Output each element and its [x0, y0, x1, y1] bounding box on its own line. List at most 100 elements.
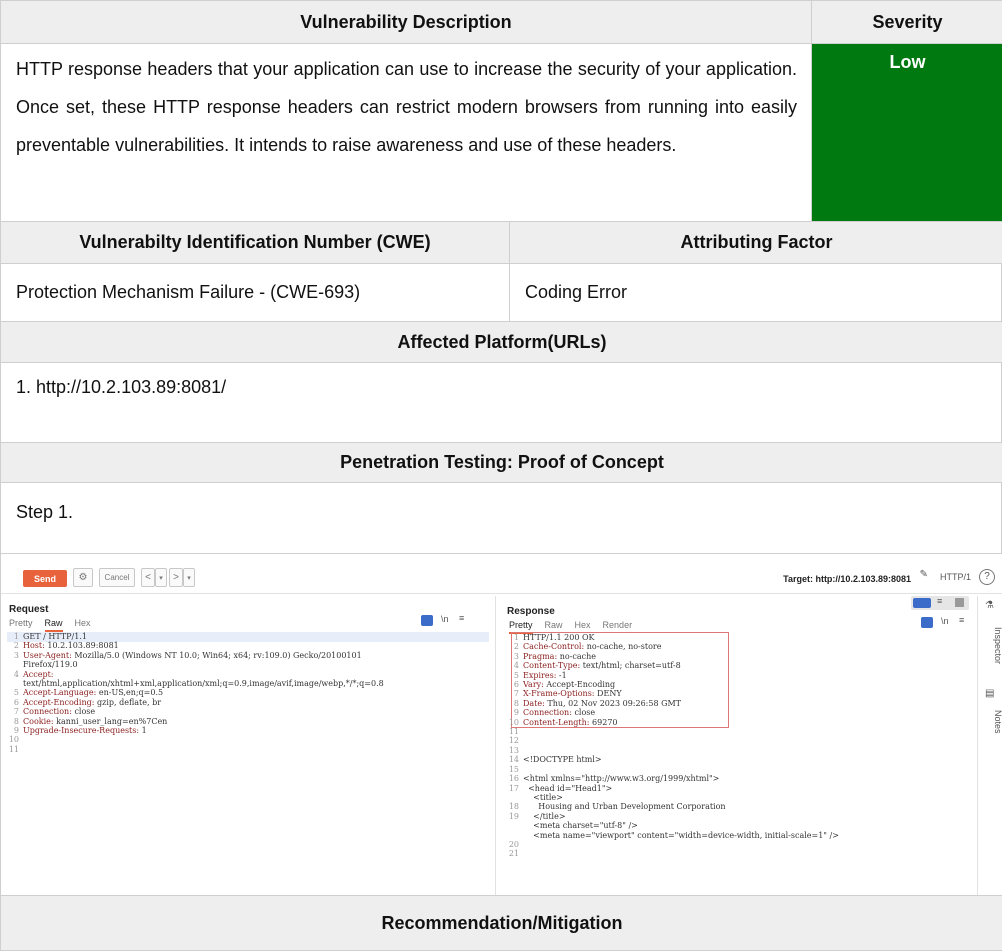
severity-badge: Low	[811, 44, 1002, 221]
request-newline-icon[interactable]: \n	[441, 614, 449, 624]
attributing-factor-value: Coding Error	[509, 264, 1002, 321]
response-line-text: Expires: -1	[523, 670, 567, 680]
request-line-text: Firefox/119.0	[23, 660, 78, 670]
back-dropdown-icon[interactable]: ▾	[155, 568, 167, 587]
response-line: 11	[507, 727, 839, 736]
layout-vertical-icon[interactable]: ≡	[937, 596, 942, 606]
help-icon[interactable]: ?	[979, 569, 995, 585]
forward-arrow-icon[interactable]: >	[169, 568, 183, 587]
response-line-number: 2	[513, 642, 519, 652]
send-button[interactable]: Send	[23, 570, 67, 587]
request-wrap-icon[interactable]	[421, 615, 433, 626]
back-arrow-icon[interactable]: <	[141, 568, 155, 587]
request-line-text: GET / HTTP/1.1	[23, 632, 87, 641]
request-tab-raw[interactable]: Raw	[44, 618, 63, 632]
target-url: Target: http://10.2.103.89:8081	[783, 574, 911, 584]
layout-toggle[interactable]: ≡	[911, 596, 969, 610]
request-header-name: User-Agent:	[23, 650, 72, 660]
response-line-text: Content-Length: 69270	[523, 717, 618, 727]
vuln-description-header: Vulnerability Description	[1, 1, 811, 43]
pane-divider[interactable]	[495, 596, 496, 896]
response-line-number: 20	[508, 839, 519, 849]
request-line-text: Accept-Language: en-US,en;q=0.5	[23, 688, 164, 698]
response-header-name: Content-Type:	[523, 661, 581, 671]
response-line-text: HTTP/1.1 200 OK	[523, 633, 595, 642]
inspector-tab[interactable]: Inspector	[981, 616, 1002, 676]
request-line-number: 10	[8, 735, 19, 745]
response-line: 20	[507, 840, 839, 849]
request-line-text: Connection: close	[23, 707, 96, 717]
response-line-text: Content-Type: text/html; charset=utf-8	[523, 661, 681, 671]
request-line-number: 7	[13, 707, 19, 717]
response-menu-icon[interactable]: ≡	[959, 615, 964, 625]
request-line-number: 4	[13, 669, 19, 679]
response-line-number: 4	[513, 661, 519, 671]
request-line: 10	[7, 735, 384, 744]
response-line-number: 10	[508, 717, 519, 727]
response-line-number: 17	[508, 783, 519, 793]
http-version[interactable]: HTTP/1	[940, 572, 971, 582]
settings-gear-icon[interactable]: ⚙	[73, 568, 93, 587]
response-header-name: Pragma:	[523, 651, 558, 661]
request-header-name: Accept:	[23, 669, 54, 679]
request-header-name: Accept-Encoding:	[23, 697, 95, 707]
layout-split-icon[interactable]	[913, 598, 931, 608]
response-header-name: Content-Length:	[523, 717, 590, 727]
cwe-header: Vulnerabilty Identification Number (CWE)	[1, 222, 509, 263]
affected-platform-header: Affected Platform(URLs)	[1, 321, 1002, 362]
response-line-number: 3	[513, 651, 519, 661]
request-tab-pretty[interactable]: Pretty	[9, 618, 33, 632]
response-editor[interactable]: 1 HTTP/1.1 200 OK 2 Cache-Control: no-cache…	[507, 633, 839, 859]
notes-tab[interactable]: Notes	[981, 702, 1002, 742]
response-wrap-icon[interactable]	[921, 617, 933, 628]
request-line: 9 Upgrade-Insecure-Requests: 1	[7, 726, 384, 735]
response-line-text: Date: Thu, 02 Nov 2023 09:26:58 GMT	[523, 698, 681, 708]
cwe-value: Protection Mechanism Failure - (CWE-693)	[16, 282, 361, 302]
response-line: 1 HTTP/1.1 200 OK	[507, 633, 839, 642]
cwe-value-row: Protection Mechanism Failure - (CWE-693)…	[1, 263, 1002, 321]
poc-step-row: Step 1.	[1, 482, 1002, 553]
response-line: 15	[507, 765, 839, 774]
affected-platform-row: 1. http://10.2.103.89:8081/	[1, 362, 1002, 442]
response-line-text: <meta charset="utf-8" />	[523, 821, 638, 831]
notes-icon[interactable]: ▤	[985, 688, 994, 699]
request-title: Request	[9, 604, 49, 615]
edit-pencil-icon[interactable]: ✎	[920, 569, 928, 580]
request-editor[interactable]: 1 GET / HTTP/1.1 2 Host: 10.2.103.89:8081 3 U…	[7, 632, 384, 754]
severity-header: Severity	[811, 1, 1002, 43]
request-tab-hex[interactable]: Hex	[75, 618, 91, 632]
burp-screenshot: Send ⚙ Cancel < ▾ > ▾ Target: http://10.…	[1, 553, 1002, 896]
inspector-icon[interactable]: ⚗	[985, 600, 994, 611]
response-line-number: 12	[508, 736, 519, 746]
request-line-number: 6	[13, 697, 19, 707]
response-header-name: X-Frame-Options:	[523, 689, 595, 699]
response-line-text: Connection: close	[523, 708, 596, 718]
response-line: 4 Content-Type: text/html; charset=utf-8	[507, 661, 839, 670]
response-header-name: Cache-Control:	[523, 642, 585, 652]
response-line: 18 Housing and Urban Development Corpora…	[507, 802, 839, 811]
response-line: 17 <head id="Head1">	[507, 784, 839, 793]
response-newline-icon[interactable]: \n	[941, 616, 949, 626]
response-line: 6 Vary: Accept-Encoding	[507, 680, 839, 689]
response-header-name: Expires:	[523, 670, 557, 680]
response-line-text: Pragma: no-cache	[523, 651, 596, 661]
side-panel-divider	[977, 596, 978, 896]
request-header-name: Upgrade-Insecure-Requests:	[23, 726, 140, 736]
response-line-number: 1	[513, 633, 519, 642]
response-line-number: 19	[508, 811, 519, 821]
response-line: <meta charset="utf-8" />	[507, 821, 839, 830]
poc-step-label: Step 1.	[16, 502, 74, 522]
request-menu-icon[interactable]: ≡	[459, 613, 464, 623]
request-line-text: Cookie: kanni_user_lang=en%7Cen	[23, 716, 168, 726]
cancel-button[interactable]: Cancel	[99, 568, 135, 587]
response-line: <title>	[507, 793, 839, 802]
cwe-header-row: Vulnerabilty Identification Number (CWE)…	[1, 221, 1002, 263]
request-header-name: Cookie:	[23, 716, 54, 726]
response-line: 21	[507, 849, 839, 858]
report-page: Vulnerability Description Severity HTTP …	[0, 0, 1002, 951]
response-line-text: <!DOCTYPE html>	[523, 755, 602, 765]
layout-single-icon[interactable]	[955, 598, 964, 607]
forward-dropdown-icon[interactable]: ▾	[183, 568, 195, 587]
response-title: Response	[507, 606, 555, 617]
vuln-description-text: HTTP response headers that your applicat…	[16, 59, 797, 155]
